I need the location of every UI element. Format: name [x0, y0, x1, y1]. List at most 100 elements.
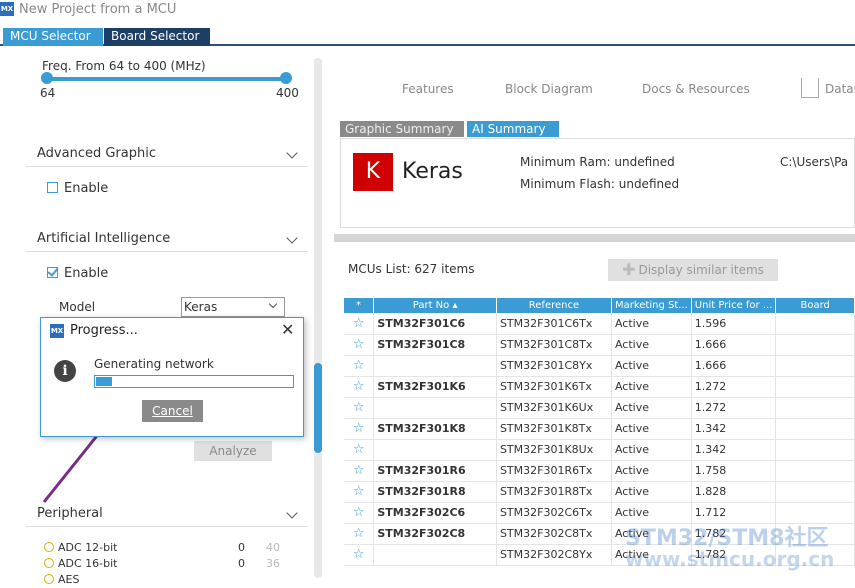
reference-cell: STM32F301K8Ux	[496, 439, 612, 461]
star-icon[interactable]: ☆	[344, 376, 375, 398]
check-circle-icon	[44, 542, 54, 552]
section-artificial-intelligence[interactable]: Artificial Intelligence	[26, 226, 308, 252]
star-icon[interactable]: ☆	[344, 355, 375, 377]
board-cell	[775, 397, 855, 419]
status-cell: Active	[611, 439, 692, 461]
cancel-button[interactable]: Cancel	[142, 400, 203, 422]
peripheral-list: ADC 12-bit 0 40 ADC 16-bit 0 36 AES	[44, 540, 284, 588]
status-cell: Active	[611, 376, 692, 398]
tab-datasheet[interactable]: Datas	[825, 82, 855, 96]
analyze-button[interactable]: Analyze	[194, 441, 272, 461]
tab-mcu-selector[interactable]: MCU Selector	[3, 28, 103, 46]
tab-graphic-summary[interactable]: Graphic Summary	[340, 121, 464, 137]
peripheral-row: ADC 16-bit 0 36	[44, 556, 284, 572]
price-cell: 1.272	[691, 397, 777, 419]
mcu-detail-panel: Features Block Diagram Docs & Resources …	[334, 46, 855, 580]
title-bar: MX New Project from a MCU	[0, 0, 855, 22]
filter-scrollbar-thumb[interactable]	[314, 363, 322, 453]
mcu-list-count: MCUs List: 627 items	[348, 262, 475, 276]
board-cell	[775, 439, 855, 461]
price-cell: 1.342	[691, 418, 777, 440]
star-icon[interactable]: ☆	[344, 397, 375, 419]
tab-features[interactable]: Features	[402, 82, 454, 96]
reference-cell: STM32F301R6Tx	[496, 460, 612, 482]
tab-docs-resources[interactable]: Docs & Resources	[642, 82, 750, 96]
col-unit-price[interactable]: Unit Price for ...	[691, 298, 777, 313]
star-icon[interactable]: ☆	[344, 481, 375, 503]
status-cell: Active	[611, 355, 692, 377]
advanced-graphic-enable[interactable]: Enable	[47, 181, 108, 196]
table-row[interactable]: ☆ STM32F301K8 STM32F301K8Tx Active 1.342	[344, 418, 855, 440]
tab-board-selector[interactable]: Board Selector	[104, 28, 210, 46]
table-row[interactable]: ☆ STM32F301K6 STM32F301K6Tx Active 1.272	[344, 376, 855, 398]
chevron-down-icon	[286, 507, 298, 519]
reference-cell: STM32F302C8Tx	[496, 523, 612, 545]
close-icon[interactable]: ✕	[281, 320, 294, 339]
col-reference[interactable]: Reference	[496, 298, 612, 313]
freq-slider-max-handle[interactable]	[280, 72, 292, 84]
part-no-cell	[373, 355, 497, 377]
col-marketing-status[interactable]: Marketing St...	[611, 298, 692, 313]
price-cell: 1.342	[691, 439, 777, 461]
model-select[interactable]: Keras	[181, 297, 285, 317]
table-row[interactable]: ☆ STM32F301C8 STM32F301C8Tx Active 1.666	[344, 334, 855, 356]
model-label: Model	[59, 300, 96, 314]
star-icon[interactable]: ☆	[344, 313, 375, 335]
display-similar-button[interactable]: ✚ Display similar items	[608, 259, 778, 281]
board-cell	[775, 334, 855, 356]
reference-cell: STM32F301C8Tx	[496, 334, 612, 356]
col-part-no-label: Part No	[412, 300, 450, 311]
price-cell: 1.666	[691, 334, 777, 356]
table-row[interactable]: ☆ STM32F301R6 STM32F301R6Tx Active 1.758	[344, 460, 855, 482]
table-row[interactable]: ☆ STM32F301C8Yx Active 1.666	[344, 355, 855, 377]
watermark-line2: www.stmcu.org.cn	[625, 547, 835, 571]
star-icon[interactable]: ☆	[344, 334, 375, 356]
checkbox-label: Enable	[64, 266, 109, 281]
peripheral-value[interactable]: 0	[238, 540, 245, 556]
checkbox-icon[interactable]	[47, 182, 58, 193]
reference-cell: STM32F301K8Tx	[496, 418, 612, 440]
sort-asc-icon: ▴	[452, 300, 458, 311]
table-row[interactable]: ☆ STM32F301K6Ux Active 1.272	[344, 397, 855, 419]
part-no-cell: STM32F302C6	[373, 502, 497, 524]
status-cell: Active	[611, 481, 692, 503]
freq-max-value: 400	[276, 86, 299, 100]
col-part-no[interactable]: Part No ▴	[373, 298, 497, 313]
checkbox-checked-icon[interactable]	[47, 267, 58, 278]
status-cell: Active	[611, 460, 692, 482]
peripheral-name: ADC 16-bit	[58, 557, 118, 570]
star-icon[interactable]: ☆	[344, 502, 375, 524]
freq-label: Freq. From 64 to 400 (MHz)	[42, 59, 206, 73]
reference-cell: STM32F301R8Tx	[496, 481, 612, 503]
star-icon[interactable]: ☆	[344, 439, 375, 461]
table-row[interactable]: ☆ STM32F301K8Ux Active 1.342	[344, 439, 855, 461]
model-name: Keras	[402, 159, 463, 184]
part-no-cell	[373, 397, 497, 419]
progress-bar-fill	[96, 377, 112, 386]
filter-scrollbar[interactable]	[314, 58, 322, 578]
section-advanced-graphic[interactable]: Advanced Graphic	[26, 141, 308, 167]
ai-enable[interactable]: Enable	[47, 266, 108, 281]
dialog-logo: MX	[50, 324, 64, 338]
status-cell: Active	[611, 313, 692, 335]
peripheral-name: ADC 12-bit	[58, 541, 118, 554]
freq-slider-min-handle[interactable]	[41, 72, 53, 84]
star-icon[interactable]: ☆	[344, 523, 375, 545]
tab-ai-summary[interactable]: AI Summary	[467, 121, 559, 137]
col-star[interactable]: *	[344, 298, 375, 313]
download-icon[interactable]	[801, 78, 819, 98]
freq-slider-track[interactable]	[47, 77, 287, 81]
star-icon[interactable]: ☆	[344, 544, 375, 566]
star-icon[interactable]: ☆	[344, 418, 375, 440]
table-row[interactable]: ☆ STM32F301R8 STM32F301R8Tx Active 1.828	[344, 481, 855, 503]
peripheral-value[interactable]: 0	[238, 556, 245, 572]
reference-cell: STM32F302C6Tx	[496, 502, 612, 524]
table-row[interactable]: ☆ STM32F301C6 STM32F301C6Tx Active 1.596	[344, 313, 855, 335]
section-title: Advanced Graphic	[37, 146, 156, 161]
panel-divider[interactable]	[334, 234, 855, 242]
section-title: Artificial Intelligence	[37, 231, 171, 246]
part-no-cell: STM32F301R8	[373, 481, 497, 503]
tab-block-diagram[interactable]: Block Diagram	[505, 82, 593, 96]
star-icon[interactable]: ☆	[344, 460, 375, 482]
col-board[interactable]: Board	[775, 298, 855, 313]
